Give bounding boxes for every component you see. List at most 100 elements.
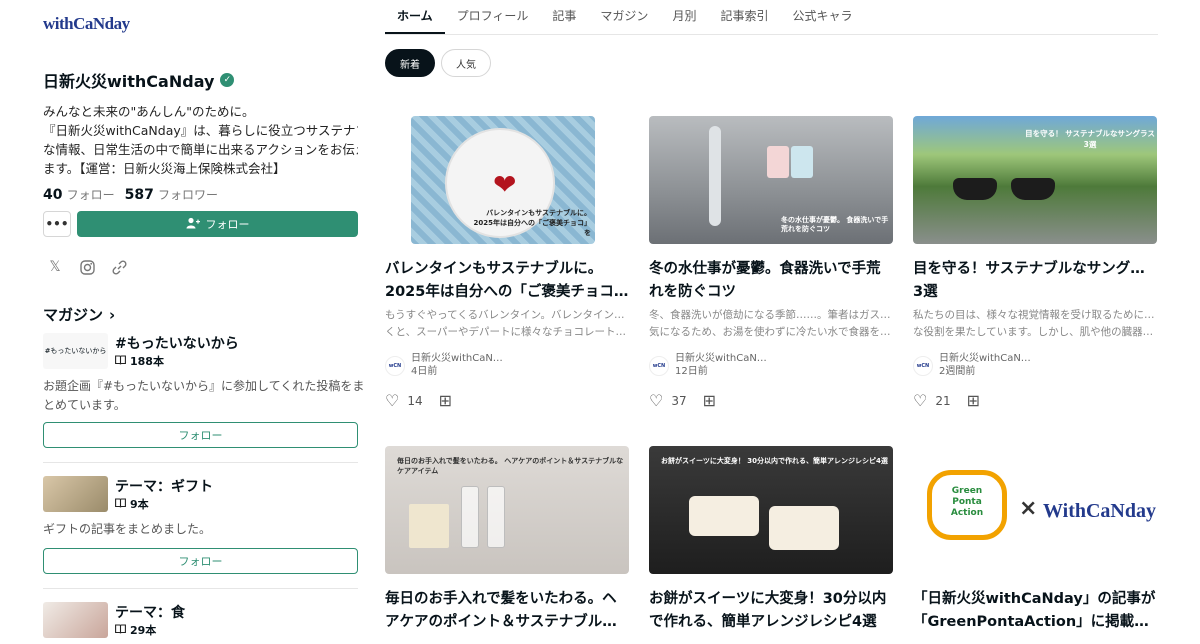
article-card[interactable]: ❤ バレンタインもサステナブルに。 2025年は自分への「ご褒美チョコ」を バレ… — [385, 116, 629, 416]
instagram-icon[interactable] — [78, 258, 96, 276]
tab-monthly[interactable]: 月別 — [660, 0, 708, 34]
tab-magazines[interactable]: マガジン — [588, 0, 660, 34]
magazine-heading[interactable]: マガジン › — [43, 304, 115, 325]
tab-articles[interactable]: 記事 — [540, 0, 588, 34]
magazine-count-value: 9本 — [130, 498, 149, 511]
article-title-line: 「日新火災withCaNday」の記事が — [913, 591, 1156, 607]
profile-bio: みんなと未来の"あんしん"のために。 『日新火災withCaNday』は、暮らし… — [43, 102, 358, 178]
article-author[interactable]: wCN 日新火災withCaN… 12日前 — [649, 352, 767, 378]
article-excerpt-line: くと、スーパーやデパートに様々なチョコレートが並… — [385, 326, 629, 338]
follow-stats: 40 フォロー 587 フォロワー — [43, 186, 218, 203]
bottle-image — [461, 486, 479, 548]
chip-popular[interactable]: 人気 — [441, 49, 491, 77]
tab-official-character[interactable]: 公式キャラ — [780, 0, 864, 34]
article-title[interactable]: 目を守る！サステナブルなサングラス 3選 — [913, 258, 1157, 304]
article-excerpt-line: もうすぐやってくるバレンタイン。バレンタインが近づ — [385, 309, 629, 321]
article-excerpt: 私たちの目は、様々な視覚情報を受け取るために重要 な役割を果たしています。しかし… — [913, 307, 1157, 341]
article-card[interactable]: 毎日のお手入れで髪をいたわる。 ヘアケアのポイント＆サステナブルなケアアイテム … — [385, 446, 629, 644]
article-card[interactable]: 冬の水仕事が憂鬱。 食器洗いで手荒れを防ぐコツ 冬の水仕事が憂鬱。食器洗いで手荒… — [649, 116, 893, 416]
magazine-add-icon[interactable]: ⊞ — [967, 391, 980, 410]
soap-bar-image — [409, 504, 449, 548]
magazine-follow-button[interactable]: フォロー — [43, 548, 358, 574]
author-meta: 日新火災withCaN… 2週間前 — [939, 352, 1031, 378]
article-title-line: アケアのポイント＆サステナブルな… — [385, 614, 629, 630]
mochi-image — [689, 496, 759, 536]
link-icon[interactable] — [110, 258, 128, 276]
followers-label: フォロワー — [158, 188, 219, 202]
article-title-line: 「GreenPontaAction」に掲載され… — [913, 614, 1157, 630]
article-title[interactable]: 「日新火災withCaNday」の記事が 「GreenPontaAction」に… — [913, 588, 1157, 634]
article-excerpt-line: 冬、食器洗いが億劫になる季節……。筆者はガス代が — [649, 309, 893, 321]
article-date: 2週間前 — [939, 366, 976, 377]
magazine-heading-label: マガジン — [43, 306, 104, 324]
article-author[interactable]: wCN 日新火災withCaN… 4日前 — [385, 352, 503, 378]
more-options-button[interactable]: ••• — [43, 211, 71, 237]
following-count: 40 — [43, 187, 63, 203]
follow-button-label: フォロー — [205, 218, 250, 231]
sort-chips: 新着 人気 — [385, 49, 491, 77]
magazine-count: 9本 — [115, 496, 149, 512]
following-label: フォロー — [66, 188, 115, 202]
followers-stat[interactable]: 587 フォロワー — [125, 186, 218, 203]
article-thumbnail[interactable]: お餅がスイーツに大変身！ 30分以内で作れる、簡単アレンジレシピ4選 — [649, 446, 893, 574]
article-title-line: で作れる、簡単アレンジレシピ4選 — [649, 614, 877, 630]
heart-icon[interactable]: ♡ — [913, 391, 927, 410]
article-thumbnail[interactable]: 目を守る！ サステナブルなサングラス3選 — [913, 116, 1157, 244]
article-title[interactable]: お餅がスイーツに大変身！30分以内 で作れる、簡単アレンジレシピ4選 — [649, 588, 893, 634]
magazine-count-value: 188本 — [130, 355, 164, 368]
thumbnail-caption: 冬の水仕事が憂鬱。 食器洗いで手荒れを防ぐコツ — [781, 216, 889, 233]
article-excerpt: 冬、食器洗いが億劫になる季節……。筆者はガス代が 気になるため、お湯を使わずに冷… — [649, 307, 893, 341]
bottle-image — [487, 486, 505, 548]
article-title[interactable]: バレンタインもサステナブルに。 2025年は自分への「ご褒美チョコ… — [385, 258, 629, 304]
article-title[interactable]: 冬の水仕事が憂鬱。食器洗いで手荒 れを防ぐコツ — [649, 258, 893, 304]
magazine-thumbnail: #もったいないから — [43, 333, 108, 369]
magazine-thumb-text: #もったいないから — [44, 347, 107, 355]
book-icon — [115, 623, 126, 637]
magazine-add-icon[interactable]: ⊞ — [703, 391, 716, 410]
article-card[interactable]: Green Ponta Action × WithCaNday 「日新火災wit… — [913, 446, 1157, 644]
avatar: wCN — [649, 356, 669, 376]
author-name: 日新火災withCaN… — [411, 353, 503, 364]
magazine-title: テーマ：食 — [115, 605, 185, 621]
article-author[interactable]: wCN 日新火災withCaN… 2週間前 — [913, 352, 1031, 378]
following-stat[interactable]: 40 フォロー — [43, 186, 115, 203]
article-title-line: バレンタインもサステナブルに。 — [385, 261, 603, 277]
article-thumbnail[interactable]: 冬の水仕事が憂鬱。 食器洗いで手荒れを防ぐコツ — [649, 116, 893, 244]
article-actions: ♡ 37 ⊞ — [649, 391, 716, 410]
article-title-line: お餅がスイーツに大変身！30分以内 — [649, 591, 887, 607]
site-logo[interactable]: withCaNday — [43, 14, 130, 34]
book-icon — [115, 354, 126, 368]
bio-line: みんなと未来の"あんしん"のために。 — [43, 104, 255, 119]
bio-line: 『日新火災withCaNday』は、暮らしに役立つサステナブル — [43, 123, 358, 138]
article-thumbnail[interactable]: ❤ バレンタインもサステナブルに。 2025年は自分への「ご褒美チョコ」を — [411, 116, 595, 244]
tab-home[interactable]: ホーム — [385, 0, 445, 34]
heart-icon[interactable]: ♡ — [649, 391, 663, 410]
article-actions: ♡ 21 ⊞ — [913, 391, 980, 410]
article-excerpt-line: 気になるため、お湯を使わずに冷たい水で食器を洗い… — [649, 326, 893, 338]
heart-icon[interactable]: ♡ — [385, 391, 399, 410]
divider — [43, 588, 358, 589]
like-count: 14 — [407, 393, 423, 408]
magazine-add-icon[interactable]: ⊞ — [439, 391, 452, 410]
avatar: wCN — [913, 356, 933, 376]
tab-article-index[interactable]: 記事索引 — [708, 0, 780, 34]
article-card[interactable]: お餅がスイーツに大変身！ 30分以内で作れる、簡単アレンジレシピ4選 お餅がスイ… — [649, 446, 893, 644]
tab-profile[interactable]: プロフィール — [445, 0, 541, 34]
x-icon[interactable]: 𝕏 — [46, 258, 64, 276]
magazine-follow-button[interactable]: フォロー — [43, 422, 358, 448]
article-title-line: れを防ぐコツ — [649, 284, 736, 300]
like-count: 21 — [935, 393, 951, 408]
magazine-count-value: 29本 — [130, 624, 157, 637]
follow-button[interactable]: フォロー — [77, 211, 358, 237]
magazine-count: 188本 — [115, 353, 164, 369]
chip-newest[interactable]: 新着 — [385, 49, 435, 77]
author-meta: 日新火災withCaN… 12日前 — [675, 352, 767, 378]
article-title[interactable]: 毎日のお手入れで髪をいたわる。ヘ アケアのポイント＆サステナブルな… — [385, 588, 629, 634]
article-date: 12日前 — [675, 366, 708, 377]
magazine-title: #もったいないから — [115, 336, 239, 352]
article-card[interactable]: 目を守る！ サステナブルなサングラス3選 目を守る！サステナブルなサングラス 3… — [913, 116, 1157, 416]
article-thumbnail[interactable]: Green Ponta Action × WithCaNday — [913, 446, 1157, 574]
chevron-right-icon: › — [109, 305, 116, 324]
magazine-description: ギフトの記事をまとめました。 — [43, 520, 358, 539]
article-thumbnail[interactable]: 毎日のお手入れで髪をいたわる。 ヘアケアのポイント＆サステナブルなケアアイテム — [385, 446, 629, 574]
